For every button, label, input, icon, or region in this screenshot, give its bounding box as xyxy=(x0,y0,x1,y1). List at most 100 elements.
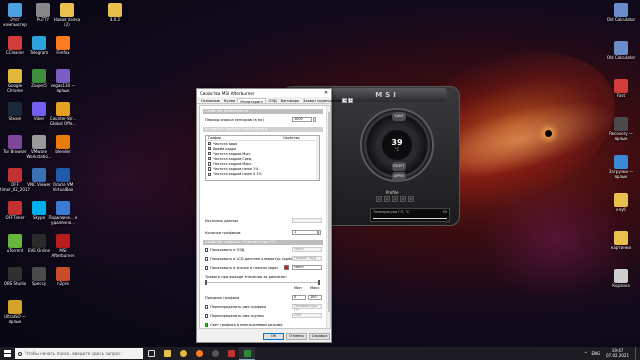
taskbar-app-afterburner[interactable] xyxy=(239,347,255,360)
desktop-icon[interactable]: клуб xyxy=(606,193,636,213)
columns-spinner[interactable] xyxy=(318,230,321,235)
section-header: Активные графики мониторинга xyxy=(203,127,323,132)
graph-row[interactable]: Частота кадров ниже 0.1% xyxy=(206,172,319,177)
tab-5[interactable]: Захват скриншотов xyxy=(301,98,342,103)
desktop-icon[interactable]: MSI Afterburner xyxy=(48,234,78,258)
start-button[interactable] xyxy=(0,347,14,360)
osd-mode-select[interactable]: текст xyxy=(292,247,322,252)
taskbar-search[interactable]: Чтобы начать поиск, введите здесь запрос xyxy=(15,348,143,359)
graph-rows: Частота ядра Время кадра Частота кадров Ми… xyxy=(206,141,319,177)
help-button[interactable]: Справка xyxy=(309,333,330,340)
checkbox-box[interactable] xyxy=(205,323,209,327)
graph-row-checkbox[interactable] xyxy=(208,157,212,161)
desktop-icon[interactable]: vegas130 — ярлык xyxy=(48,69,78,93)
reset-button[interactable]: RESET xyxy=(392,162,406,171)
scrollbar-thumb[interactable] xyxy=(327,112,330,312)
tab-scroll-right-icon[interactable]: ▸ xyxy=(348,98,354,103)
taskbar-app-explorer[interactable] xyxy=(159,347,175,360)
columns-input[interactable]: 1 xyxy=(292,230,318,235)
profile-slot-button[interactable]: 5 xyxy=(408,196,414,202)
show-lcd-checkbox[interactable]: Показывать в LCD дисплее клавиатур Logit… xyxy=(205,257,297,261)
poll-period-spinner[interactable] xyxy=(313,117,316,122)
checkbox-box[interactable] xyxy=(205,248,209,252)
desktop-icon[interactable]: Old Calculator xyxy=(606,41,636,61)
desktop-icon[interactable]: blender xyxy=(48,135,78,155)
tray-lang[interactable]: ENG xyxy=(591,351,600,356)
tab-1[interactable]: Кулер xyxy=(222,98,237,103)
app-icon xyxy=(108,3,122,17)
tray-mode-select[interactable]: текст xyxy=(292,265,322,270)
taskbar-app-firefox[interactable] xyxy=(191,347,207,360)
desktop-icon[interactable]: Old Calculator xyxy=(606,3,636,23)
graph-row-checkbox[interactable] xyxy=(208,162,212,166)
table-scrollbar[interactable] xyxy=(316,136,319,180)
override-group-input[interactable]: GPU xyxy=(292,313,322,318)
close-icon[interactable]: ✕ xyxy=(321,90,331,96)
checkbox-box[interactable] xyxy=(205,314,209,318)
desktop-icon[interactable]: n2pre xyxy=(48,267,78,287)
show-desktop-button[interactable] xyxy=(635,347,638,360)
desktop-icon[interactable]: Firefox xyxy=(48,36,78,56)
alarm-slider-track[interactable] xyxy=(205,282,320,283)
checkbox-box[interactable] xyxy=(205,257,209,261)
desktop-icon[interactable]: Корзина xyxy=(606,269,636,289)
wallpaper-eclipse xyxy=(545,130,552,137)
profile-slot-button[interactable]: 3 xyxy=(392,196,398,202)
tab-4[interactable]: Бенчмарк xyxy=(279,98,302,103)
alarm-slider-max-thumb[interactable] xyxy=(318,280,320,285)
graph-row-checkbox[interactable] xyxy=(208,141,212,146)
desktop-icon[interactable]: Oracle VM VirtualBox xyxy=(48,168,78,192)
show-tray-checkbox[interactable]: Показывать в значке в панели задач xyxy=(205,266,279,270)
graph-row-checkbox[interactable] xyxy=(208,167,212,171)
desktop-icon[interactable]: Этот компьютер xyxy=(0,3,30,27)
tab-0[interactable]: Основные xyxy=(199,98,222,103)
graph-row-checkbox[interactable] xyxy=(208,147,212,151)
desktop-icon[interactable]: Counter-Str... Global Offe... xyxy=(48,102,78,126)
save-button[interactable]: SAVE xyxy=(392,112,406,121)
tray-chevron-icon[interactable]: ^ xyxy=(584,351,587,356)
graph-row-checkbox[interactable] xyxy=(208,152,212,156)
separate-mode-checkbox[interactable]: Свет графика в многоцелевом режиме xyxy=(205,323,283,327)
tab-scroll-left-icon[interactable]: ◂ xyxy=(342,98,348,103)
app-icon xyxy=(8,135,22,149)
tab-3[interactable]: ОЭД xyxy=(266,98,278,103)
ok-button[interactable]: ОК xyxy=(263,333,284,340)
profile-slot-button[interactable]: 2 xyxy=(384,196,390,202)
profile-slot-button[interactable]: 4 xyxy=(400,196,406,202)
taskbar-app-media[interactable] xyxy=(223,347,239,360)
content-scrollbar[interactable] xyxy=(326,106,330,328)
desktop-icon[interactable]: Fast xyxy=(606,79,636,99)
tray-color-swatch[interactable] xyxy=(284,265,289,270)
desktop-icon[interactable]: Подключе... к удаленно... xyxy=(48,201,78,225)
limit-min-input[interactable]: 0 xyxy=(292,295,306,300)
poll-period-input[interactable]: 1000 xyxy=(292,117,312,122)
data-source-select[interactable] xyxy=(292,218,322,223)
override-group-checkbox[interactable]: Переопределить имя группы xyxy=(205,314,264,318)
checkbox-box[interactable] xyxy=(205,305,209,309)
desktop-icon[interactable]: Загрузки — ярлык xyxy=(606,155,636,179)
limit-max-input[interactable]: 100 xyxy=(308,295,322,300)
override-name-checkbox[interactable]: Переопределить имя графика xyxy=(205,305,266,309)
taskbar-app-chrome[interactable] xyxy=(175,347,191,360)
alarm-max-label: Макс xyxy=(310,286,320,290)
task-view-button[interactable] xyxy=(143,347,159,360)
desktop-icon[interactable]: UltraISO — ярлык xyxy=(0,300,30,324)
taskbar-app-obs[interactable] xyxy=(207,347,223,360)
desktop-icon[interactable]: 4.0.2 xyxy=(100,3,130,23)
dialog-titlebar[interactable]: Свойства MSI Afterburner ✕ xyxy=(197,89,331,97)
tab-2[interactable]: Мониторинг xyxy=(237,98,267,104)
cancel-button[interactable]: Отмена xyxy=(286,333,307,340)
gauge-readout: 39 °C xyxy=(382,130,412,160)
graph-row-checkbox[interactable] xyxy=(208,172,212,176)
override-name-input[interactable]: Температура ГП xyxy=(292,304,322,311)
checkbox-box[interactable] xyxy=(205,266,209,270)
desktop-icon[interactable]: Новая папка (2) xyxy=(52,3,82,27)
alarm-slider-min-thumb[interactable] xyxy=(205,280,207,285)
desktop-icon[interactable]: картинки xyxy=(606,231,636,251)
lcd-mode-select[interactable]: график ЛЦД xyxy=(292,256,322,261)
tray-clock[interactable]: 19:47 07.02.2021 xyxy=(606,348,629,358)
show-osd-checkbox[interactable]: Показывать в ОЭД xyxy=(205,248,244,252)
apply-button[interactable]: APPLY xyxy=(392,172,406,181)
desktop-icon[interactable]: Recovery — ярлык xyxy=(606,117,636,141)
profile-slot-button[interactable]: 1 xyxy=(376,196,382,202)
